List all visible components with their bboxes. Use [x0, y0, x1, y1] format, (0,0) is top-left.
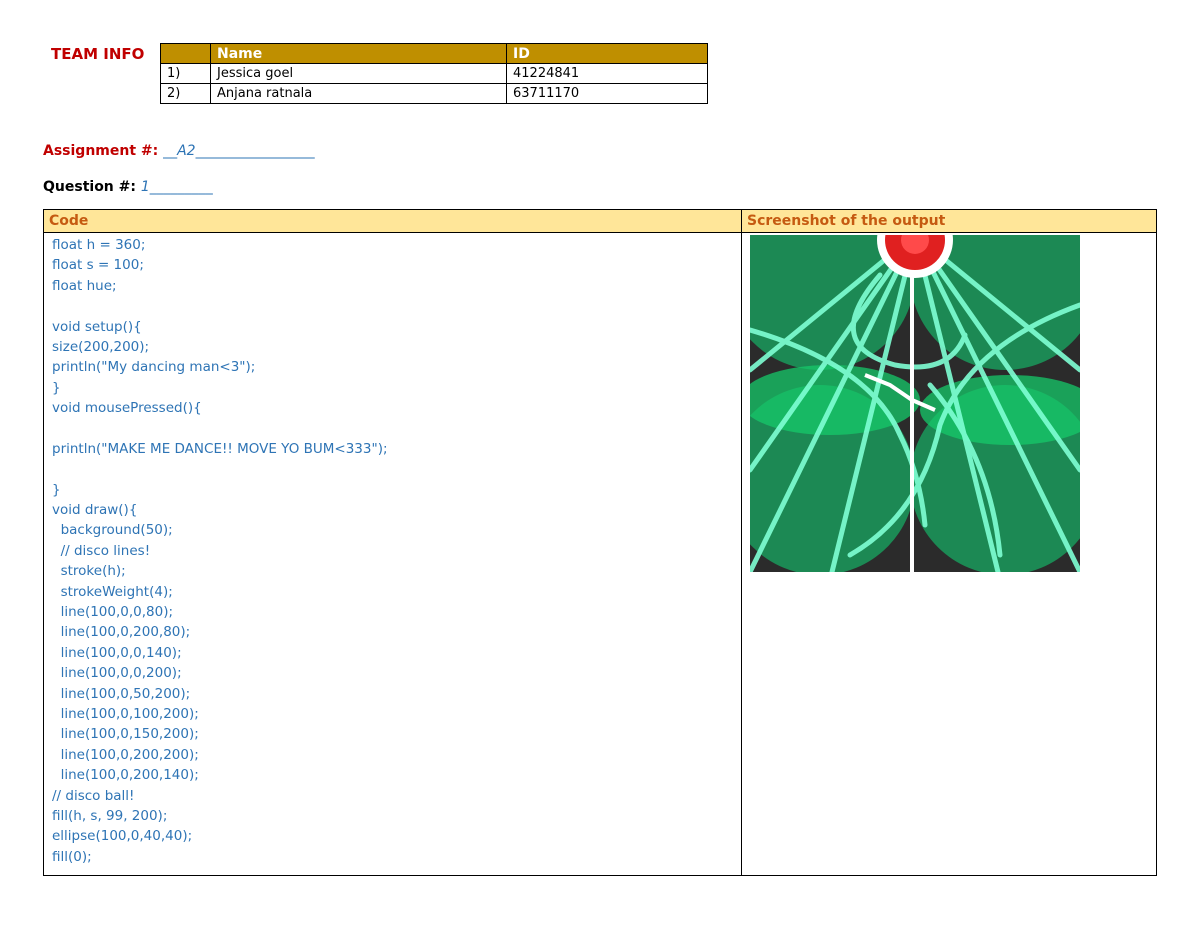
code-cell: float h = 360; float s = 100; float hue; vo…	[43, 232, 742, 876]
team-row-name: Jessica goel	[210, 63, 507, 84]
output-cell	[741, 232, 1157, 876]
team-row-index: 2)	[160, 83, 211, 104]
code-line: fill(h, s, 99, 200);	[52, 807, 168, 824]
output-header: Screenshot of the output	[741, 209, 1157, 233]
code-line: fill(0);	[52, 848, 92, 865]
code-line: line(100,0,200,80);	[52, 624, 191, 641]
code-line: void setup(){	[52, 318, 142, 335]
table-row: 2) Anjana ratnala 63711170	[160, 83, 708, 104]
team-table: Name ID 1) Jessica goel 41224841 2) Anja…	[160, 43, 708, 104]
code-line: line(100,0,200,140);	[52, 767, 199, 784]
code-line: println("MAKE ME DANCE!! MOVE YO BUM<333…	[52, 440, 388, 457]
code-line: line(100,0,0,200);	[52, 665, 182, 682]
output-screenshot	[750, 235, 1080, 572]
team-row-name: Anjana ratnala	[210, 83, 507, 104]
code-line: line(100,0,0,80);	[52, 604, 174, 621]
code-line: println("My dancing man<3");	[52, 359, 256, 376]
team-info-label: TEAM INFO	[51, 45, 145, 63]
code-line: float hue;	[52, 277, 117, 294]
code-output-table: Code Screenshot of the output float h = …	[43, 209, 1157, 876]
team-table-header: Name ID	[160, 43, 708, 64]
code-line: stroke(h);	[52, 563, 126, 580]
code-line: line(100,0,150,200);	[52, 726, 199, 743]
team-row-id: 63711170	[506, 83, 708, 104]
code-line: }	[52, 481, 61, 498]
assignment-value: __A2_________________	[163, 143, 315, 159]
code-line: void mousePressed(){	[52, 400, 202, 417]
code-header: Code	[43, 209, 742, 233]
code-line: // disco ball!	[52, 787, 135, 804]
question-value: 1_________	[140, 179, 213, 195]
code-line: size(200,200);	[52, 338, 150, 355]
assignment-label: Assignment #:	[43, 143, 159, 159]
code-table-body: float h = 360; float s = 100; float hue; vo…	[43, 232, 1157, 876]
code-line: float h = 360;	[52, 237, 146, 253]
code-line: }	[52, 379, 61, 396]
team-header-name: Name	[210, 43, 507, 64]
code-line: // disco lines!	[52, 542, 151, 559]
team-header-index	[160, 43, 211, 64]
question-label: Question #:	[43, 179, 136, 195]
assignment-line: Assignment #: __A2_________________	[43, 143, 315, 159]
team-header-id: ID	[506, 43, 708, 64]
code-line: line(100,0,200,200);	[52, 746, 199, 763]
team-row-id: 41224841	[506, 63, 708, 84]
code-line: void draw(){	[52, 502, 138, 519]
code-line: line(100,0,0,140);	[52, 644, 182, 661]
code-line: line(100,0,50,200);	[52, 685, 191, 702]
code-line: background(50);	[52, 522, 173, 539]
team-row-index: 1)	[160, 63, 211, 84]
code-block: float h = 360; float s = 100; float hue; vo…	[52, 235, 741, 867]
code-table-header: Code Screenshot of the output	[43, 209, 1157, 233]
table-row: 1) Jessica goel 41224841	[160, 63, 708, 84]
code-line: ellipse(100,0,40,40);	[52, 828, 193, 845]
question-line: Question #: 1_________	[43, 179, 213, 195]
code-line: strokeWeight(4);	[52, 583, 173, 600]
code-line: line(100,0,100,200);	[52, 705, 199, 722]
code-line: float s = 100;	[52, 257, 144, 274]
